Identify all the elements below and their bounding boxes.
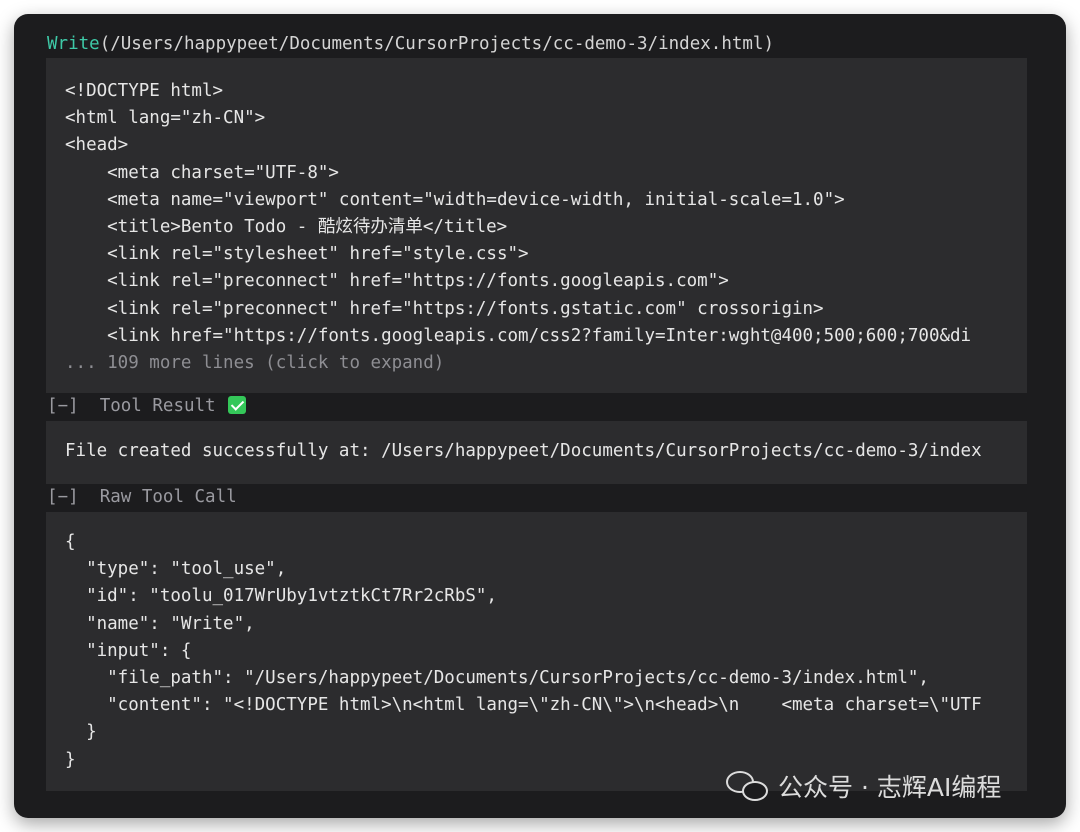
json-line: "content": "<!DOCTYPE html>\n<html lang=…	[65, 695, 982, 716]
raw-tool-call-panel: { "type": "tool_use", "id": "toolu_017Wr…	[46, 512, 1027, 791]
json-line: {	[65, 532, 76, 552]
close-paren: )	[763, 34, 775, 54]
json-line: "file_path": "/Users/happypeet/Documents…	[65, 667, 929, 688]
json-line: "id": "toolu_017WrUby1vtztkCt7Rr2cRbS",	[65, 586, 497, 607]
code-line: <head>	[65, 135, 129, 156]
code-line: <title>Bento Todo - 酷炫待办清单</title>	[65, 216, 508, 237]
tool-name: Write	[47, 34, 100, 54]
raw-tool-call-label: Raw Tool Call	[99, 487, 237, 507]
tool-result-message: File created successfully at: /Users/hap…	[65, 441, 982, 461]
code-preview-panel: <!DOCTYPE html> <html lang="zh-CN"> <hea…	[46, 58, 1027, 393]
tool-call-header: Write(/Users/happypeet/Documents/CursorP…	[47, 32, 774, 56]
code-line: <!DOCTYPE html>	[65, 81, 224, 101]
collapse-toggle[interactable]: [−]	[47, 396, 79, 416]
code-line: <html lang="zh-CN">	[65, 108, 266, 129]
code-line: <link rel="stylesheet" href="style.css">	[65, 244, 529, 265]
collapse-toggle[interactable]: [−]	[47, 487, 79, 507]
code-line: <meta charset="UTF-8">	[65, 162, 339, 183]
raw-tool-call-toggle[interactable]: [−] Raw Tool Call	[47, 485, 237, 509]
json-line: "input": {	[65, 640, 192, 661]
tool-result-label: Tool Result	[99, 396, 216, 416]
code-line: <link rel="preconnect" href="https://fon…	[65, 298, 824, 319]
check-mark-icon	[228, 396, 247, 414]
code-line: <link rel="preconnect" href="https://fon…	[65, 271, 729, 292]
wechat-icon	[726, 769, 770, 803]
code-line: <link href="https://fonts.googleapis.com…	[65, 325, 972, 346]
tool-result-toggle[interactable]: [−] Tool Result	[47, 394, 247, 418]
json-line: }	[65, 722, 97, 743]
code-line: <meta name="viewport" content="width=dev…	[65, 189, 845, 210]
watermark-text: 公众号 · 志辉AI编程	[778, 773, 1002, 802]
json-line: "type": "tool_use",	[65, 559, 287, 580]
terminal-window: Write(/Users/happypeet/Documents/CursorP…	[14, 14, 1066, 818]
watermark: 公众号 · 志辉AI编程	[726, 766, 1001, 806]
json-line: "name": "Write",	[65, 613, 255, 634]
tool-result-panel: File created successfully at: /Users/hap…	[46, 421, 1027, 484]
open-paren: (	[99, 34, 111, 54]
expand-lines-link[interactable]: ... 109 more lines (click to expand)	[65, 350, 1009, 377]
file-path: /Users/happypeet/Documents/CursorProject…	[110, 34, 764, 54]
